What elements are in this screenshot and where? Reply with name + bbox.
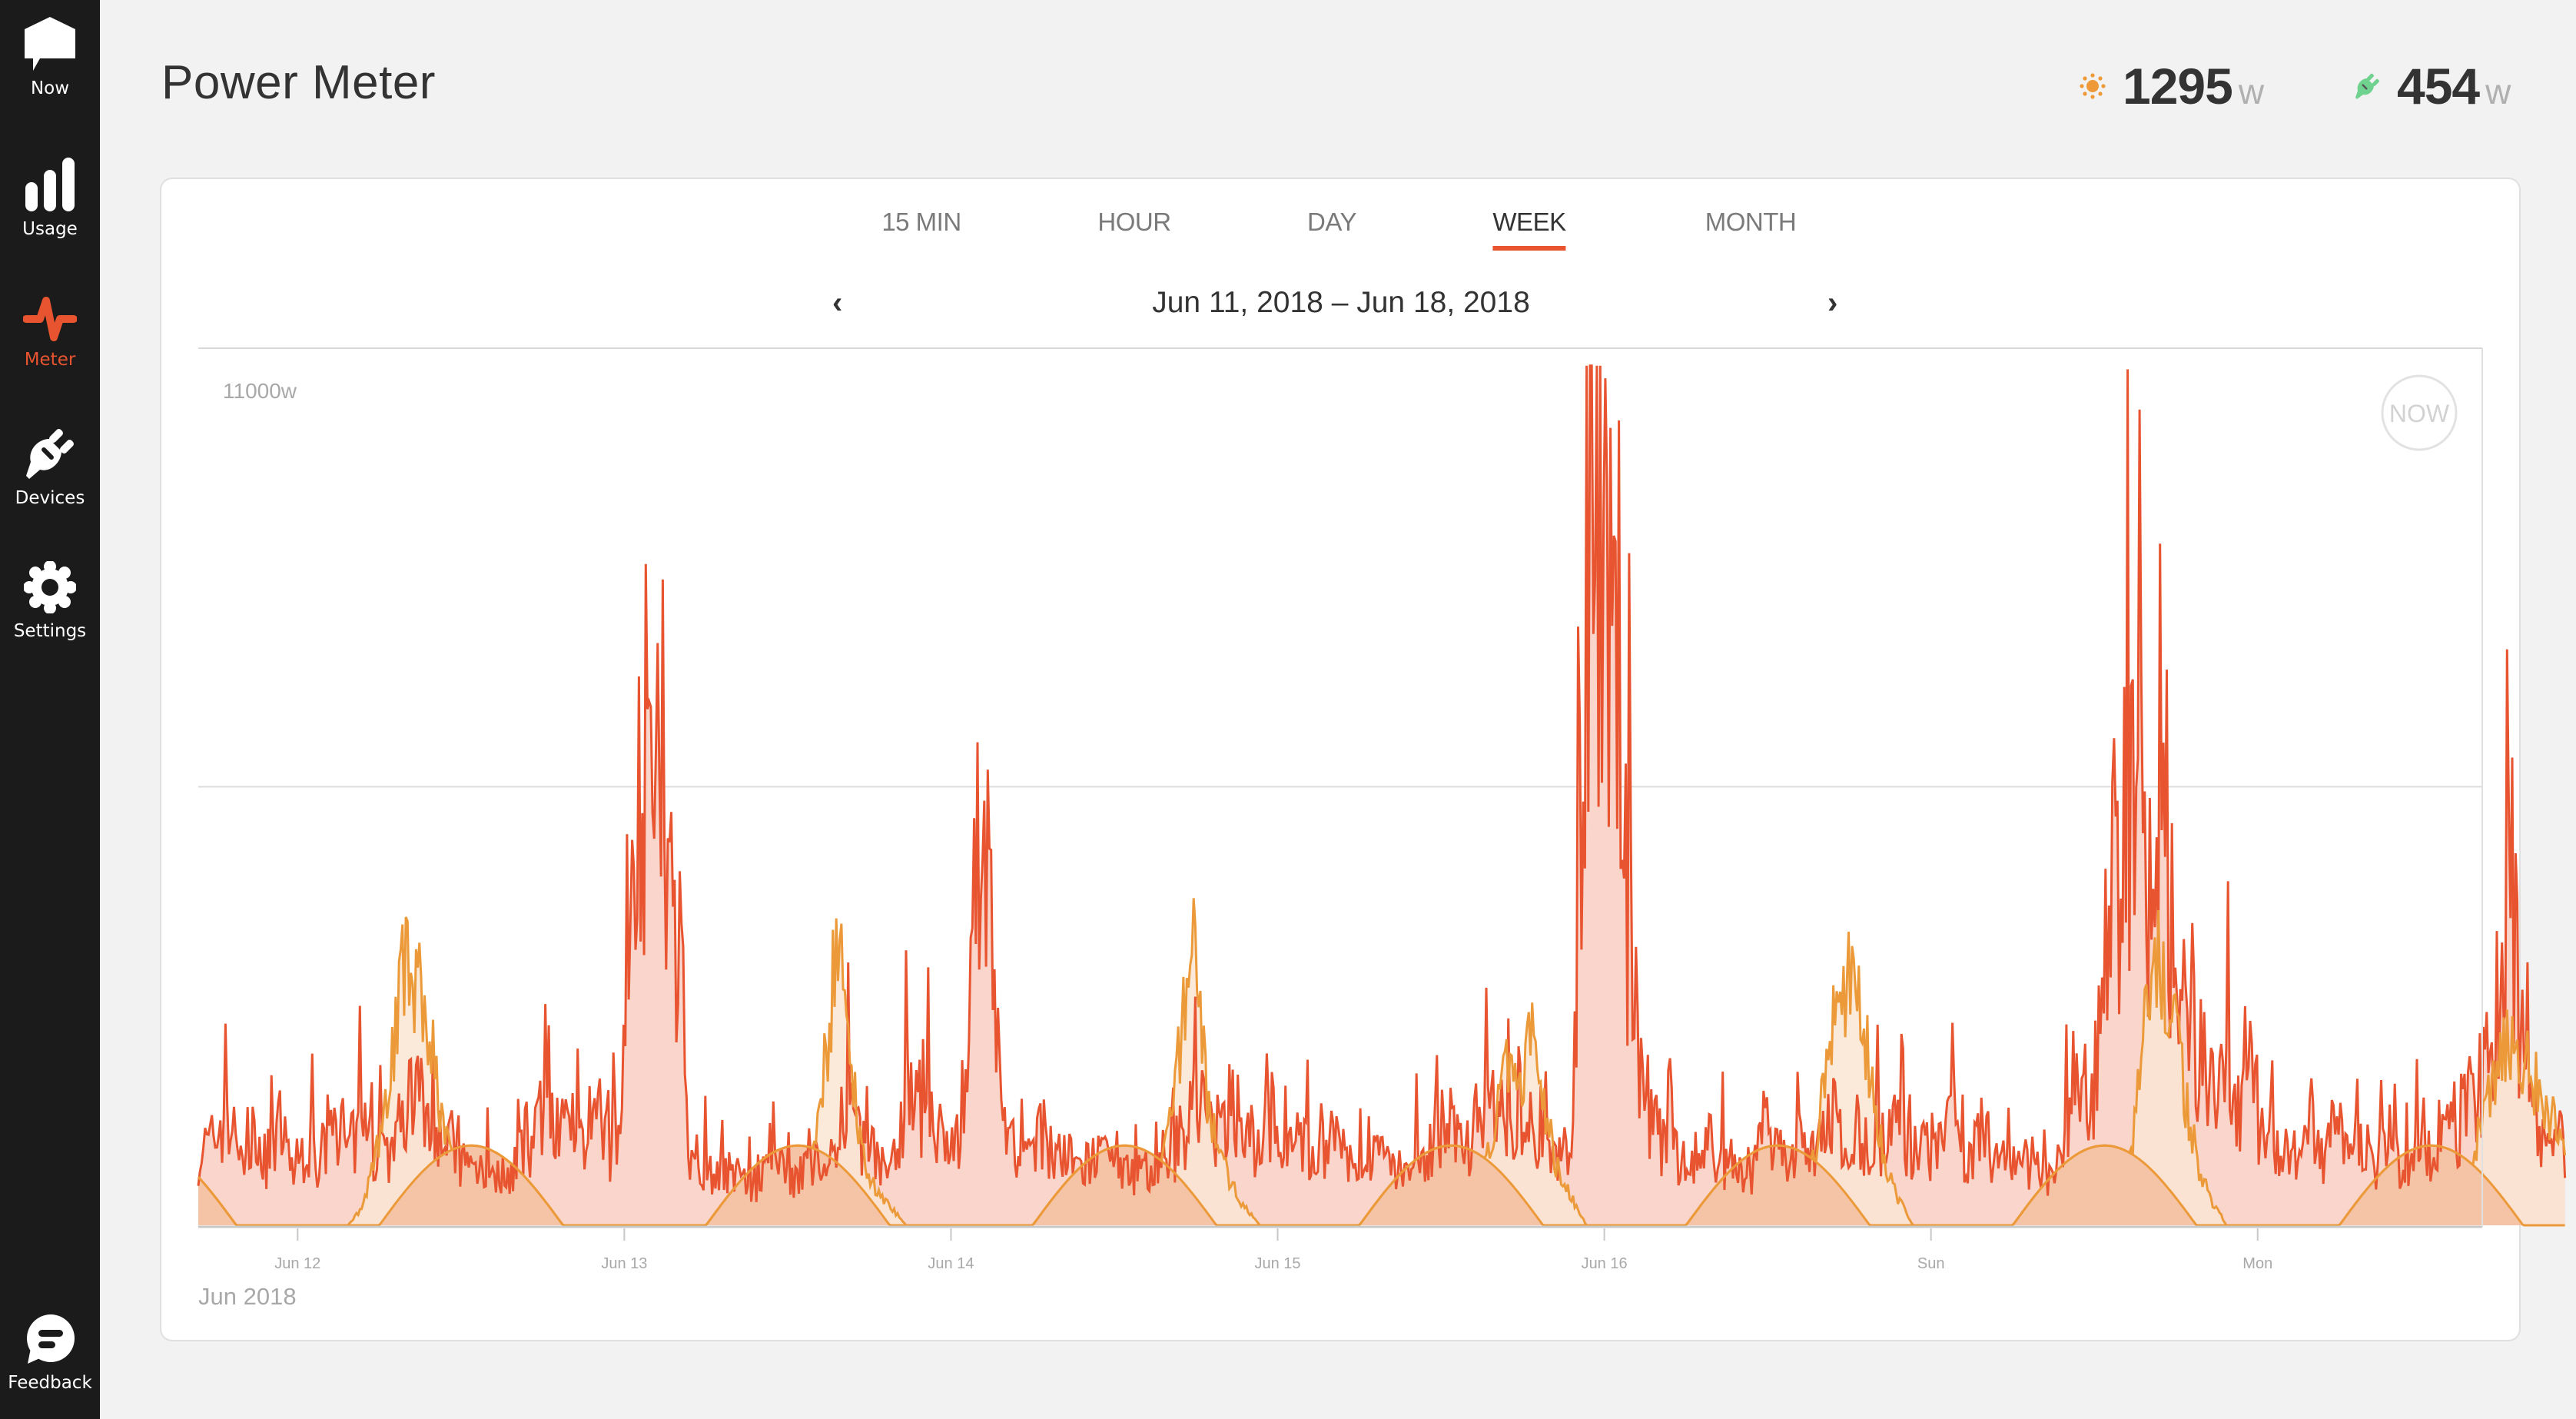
y-max-label: 11000w [223, 379, 297, 403]
x-tick-label: Jun 13 [601, 1255, 647, 1272]
x-tick-label: Mon [2242, 1255, 2272, 1272]
now-button[interactable]: NOW [2381, 374, 2458, 451]
x-tick-label: Jun 14 [928, 1255, 974, 1272]
x-tick-label: Jun 12 [274, 1255, 320, 1272]
x-period-label: Jun 2018 [198, 1283, 297, 1310]
consumption-line [197, 364, 2567, 1202]
x-tick-label: Jun 16 [1582, 1255, 1628, 1272]
series-group [197, 364, 2567, 1227]
now-button-label[interactable]: NOW [2389, 400, 2450, 427]
x-tick-label: Jun 15 [1254, 1255, 1300, 1272]
power-chart: 11000w Jun 12 Jun 13 Jun 14 Jun 15 Jun 16 Sun… [197, 347, 2567, 1310]
x-tick-label: Sun [1917, 1255, 1945, 1272]
x-ticks: Jun 12 Jun 13 Jun 14 Jun 15 Jun 16 Sun Mon [274, 1228, 2272, 1272]
